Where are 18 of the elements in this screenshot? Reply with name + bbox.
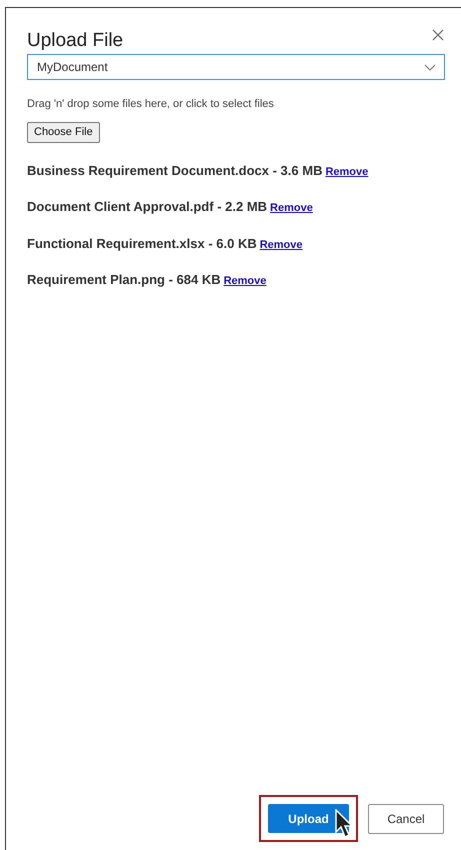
remove-link[interactable]: Remove [224,273,266,290]
upload-button[interactable]: Upload [268,804,349,833]
close-icon [432,29,444,41]
file-entry: Business Requirement Document.docx - 3.6 MB [27,162,322,180]
choose-file-button[interactable]: Choose File [27,122,100,142]
close-button[interactable] [431,28,445,42]
remove-link[interactable]: Remove [260,236,303,253]
dropdown-value: MyDocument [37,59,108,76]
remove-link[interactable]: Remove [270,200,313,216]
remove-link[interactable]: Remove [325,164,368,180]
chevron-down-icon [424,64,436,70]
document-dropdown[interactable]: MyDocument [27,54,445,80]
file-entry: Functional Requirement.xlsx - 6.0 KB [27,234,257,253]
file-entry: Document Client Approval.pdf - 2.2 MB [27,198,268,216]
file-entry: Requirement Plan.png - 684 KB [27,271,221,289]
dialog-title: Upload File [27,30,124,52]
drop-hint: Drag 'n' drop some files here, or click to select files [27,97,275,112]
cancel-button[interactable]: Cancel [368,804,444,834]
